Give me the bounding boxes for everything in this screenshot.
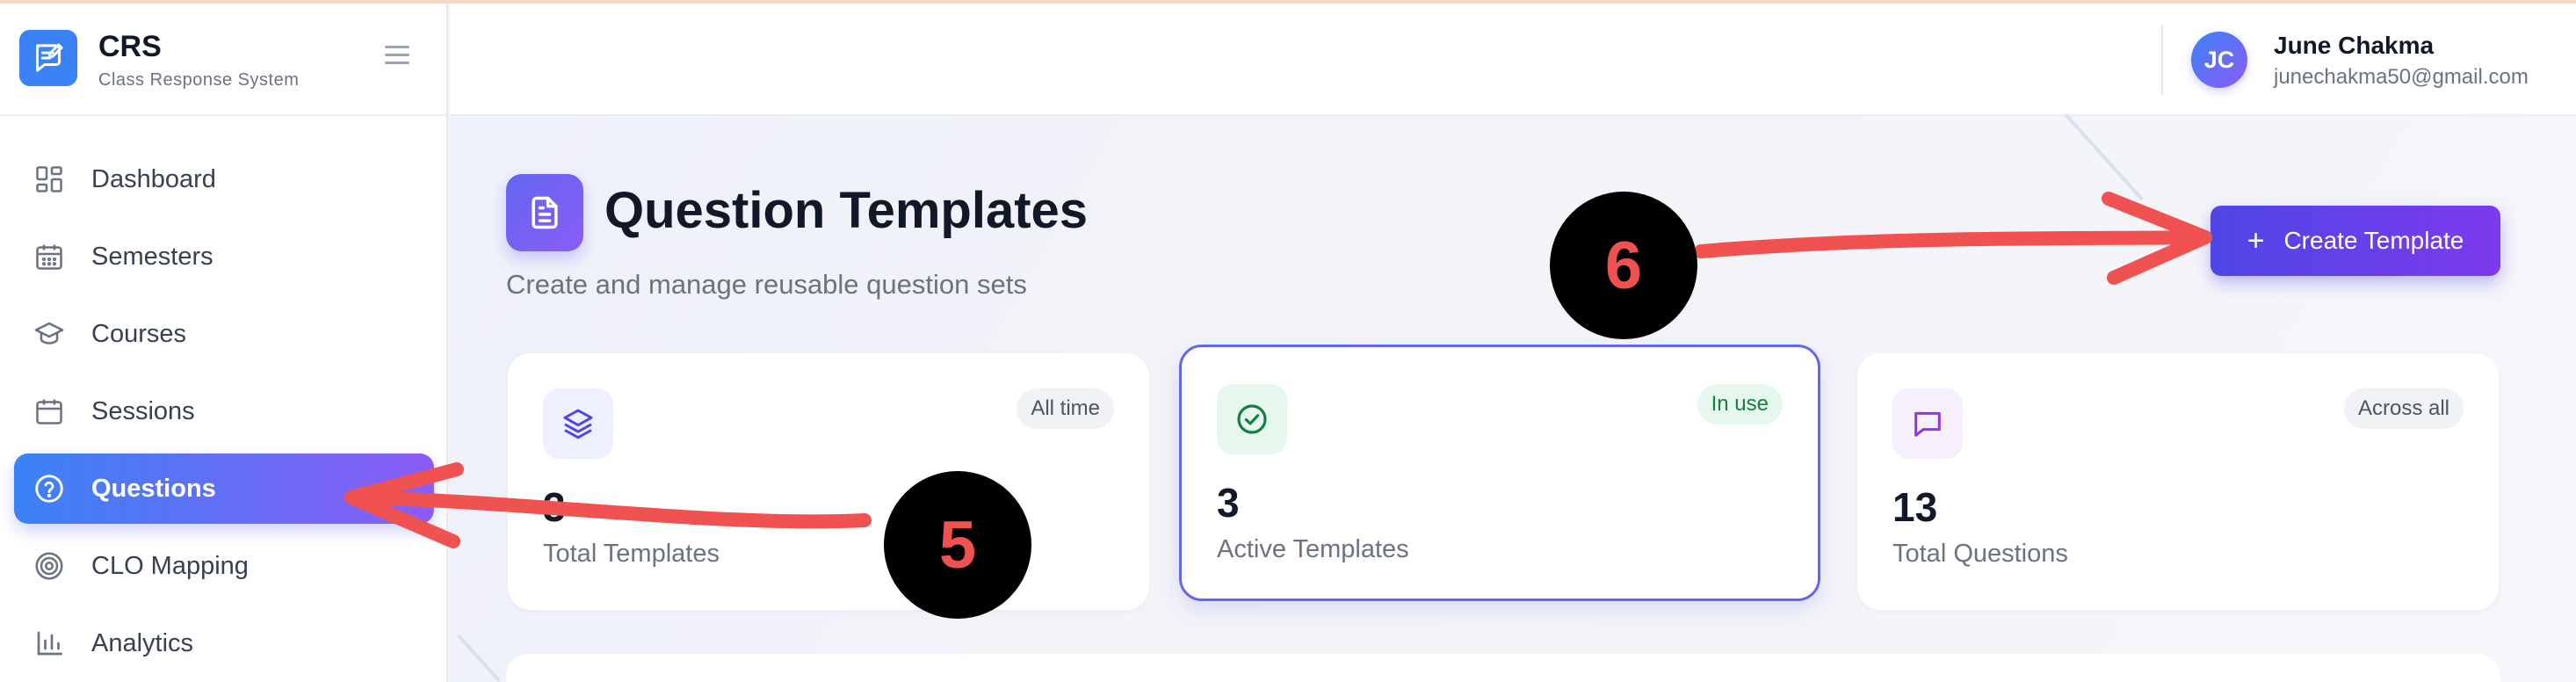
status-badge: All time (1017, 388, 1114, 429)
annotation-marker-5: 5 (884, 471, 1031, 619)
document-icon (506, 174, 583, 251)
sidebar: CRS Class Response System Dashboard Seme… (0, 0, 448, 682)
top-header: JC June Chakma junechakma50@gmail.com (450, 4, 2576, 116)
target-icon (33, 550, 65, 582)
dashboard-icon (33, 163, 65, 195)
bar-chart-icon (33, 628, 65, 659)
status-badge: In use (1697, 384, 1783, 424)
header-divider (2161, 25, 2163, 95)
page-subtitle: Create and manage reusable question sets (506, 269, 1027, 300)
sidebar-item-label: Questions (91, 474, 216, 503)
stat-card-total-questions: Across all 13 Total Questions (1857, 353, 2499, 610)
help-circle-icon (33, 473, 65, 504)
sidebar-item-courses[interactable]: Courses (14, 299, 434, 369)
plus-icon: + (2247, 223, 2265, 258)
sidebar-item-label: Courses (91, 319, 186, 348)
brand-subtitle: Class Response System (98, 70, 300, 90)
create-template-button[interactable]: + Create Template (2211, 206, 2500, 276)
stat-card-total-templates: All time 3 Total Templates (508, 353, 1149, 610)
stat-label: Active Templates (1217, 535, 1409, 563)
graduation-cap-icon (33, 318, 65, 350)
sidebar-item-questions[interactable]: Questions (14, 453, 434, 524)
annotation-marker-6: 6 (1550, 192, 1697, 339)
logo-icon (19, 30, 77, 86)
brand-name: CRS (98, 30, 162, 63)
menu-toggle-icon[interactable] (385, 46, 409, 67)
layers-icon (543, 388, 613, 459)
sidebar-item-sessions[interactable]: Sessions (14, 376, 434, 446)
check-circle-icon (1217, 384, 1287, 454)
stat-value: 3 (1217, 480, 1240, 526)
stat-value: 3 (543, 484, 566, 530)
top-accent-line (0, 0, 2576, 4)
sidebar-item-label: CLO Mapping (91, 551, 249, 580)
stat-label: Total Questions (1892, 540, 2068, 568)
sidebar-item-analytics[interactable]: Analytics (14, 608, 434, 678)
sidebar-item-clo-mapping[interactable]: CLO Mapping (14, 531, 434, 601)
templates-list-card (506, 654, 2500, 682)
sidebar-item-label: Analytics (91, 628, 194, 657)
stat-label: Total Templates (543, 540, 720, 568)
sidebar-item-label: Semesters (91, 242, 213, 271)
sidebar-item-dashboard[interactable]: Dashboard (14, 144, 434, 214)
avatar[interactable]: JC (2191, 32, 2247, 88)
calendar-icon (33, 395, 65, 427)
user-name: June Chakma (2274, 32, 2435, 59)
create-template-label: Create Template (2283, 227, 2464, 254)
page-title: Question Templates (604, 182, 1089, 239)
sidebar-item-semesters[interactable]: Semesters (14, 221, 434, 292)
message-square-icon (1892, 388, 1963, 459)
sidebar-item-label: Dashboard (91, 164, 216, 193)
stat-value: 13 (1892, 484, 1938, 530)
user-email: junechakma50@gmail.com (2274, 65, 2529, 89)
sidebar-item-label: Sessions (91, 396, 195, 425)
status-badge: Across all (2343, 388, 2464, 429)
stat-card-active-templates: In use 3 Active Templates (1179, 345, 1820, 601)
brand-header: CRS Class Response System (0, 0, 448, 116)
calendar-icon (33, 241, 65, 272)
